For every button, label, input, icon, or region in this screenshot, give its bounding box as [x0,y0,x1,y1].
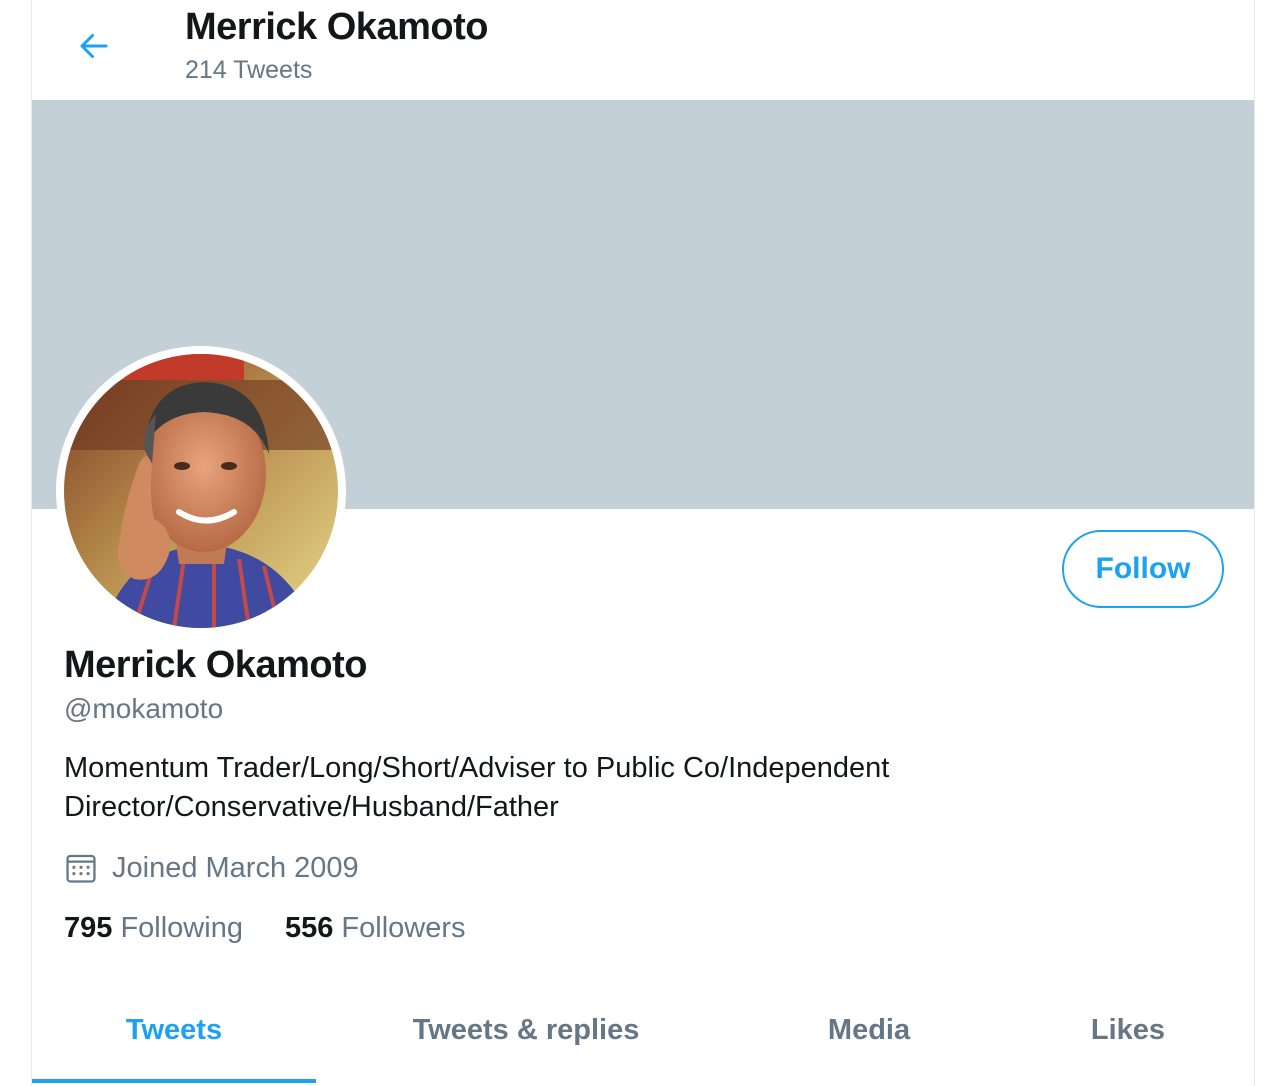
follow-stats: 795 Following 556 Followers [64,908,508,948]
back-button[interactable] [68,20,120,72]
tab-media[interactable]: Media [736,990,1002,1070]
profile-bio: Momentum Trader/Long/Short/Adviser to Pu… [64,749,1044,827]
tab-label: Media [827,1013,911,1046]
header-title: Merrick Okamoto [185,6,488,48]
avatar-photo [64,354,338,628]
following-link[interactable]: 795 Following [64,908,243,948]
calendar-icon [66,854,96,883]
main-column: Merrick Okamoto 214 Tweets Follow Merric… [31,0,1255,1086]
arrow-left-icon [80,34,108,58]
tab-label: Tweets [125,1013,223,1046]
join-date-text: Joined March 2009 [112,852,359,884]
tab-tweets-replies[interactable]: Tweets & replies [316,990,736,1070]
bio-line: Momentum Trader/Long/Short/Adviser to Pu… [64,752,890,784]
tweet-count: 214 Tweets [185,56,313,84]
user-handle: @mokamoto [64,693,224,724]
followers-count: 556 [284,912,334,944]
followers-label: Followers [341,912,466,944]
avatar[interactable] [56,346,346,636]
profile-page: Merrick Okamoto 214 Tweets Follow Merric… [0,0,1280,1086]
profile-header: Merrick Okamoto 214 Tweets [32,0,1254,100]
active-tab-indicator [32,1079,316,1083]
tab-label: Tweets & replies [412,1013,640,1046]
tab-tweets[interactable]: Tweets [32,990,316,1083]
followers-link[interactable]: 556 Followers [285,908,466,948]
follow-button[interactable]: Follow [1062,530,1224,608]
display-name: Merrick Okamoto [64,644,367,686]
tab-likes[interactable]: Likes [1002,990,1254,1070]
profile-tabs: Tweets Tweets & replies Media Likes [32,990,1254,1086]
tab-label: Likes [1090,1013,1166,1046]
bio-line: Director/Conservative/Husband/Father [64,791,559,823]
join-date: Joined March 2009 [64,848,359,888]
following-label: Following [120,912,243,944]
following-count: 795 [64,912,113,944]
avatar-image [64,354,338,628]
